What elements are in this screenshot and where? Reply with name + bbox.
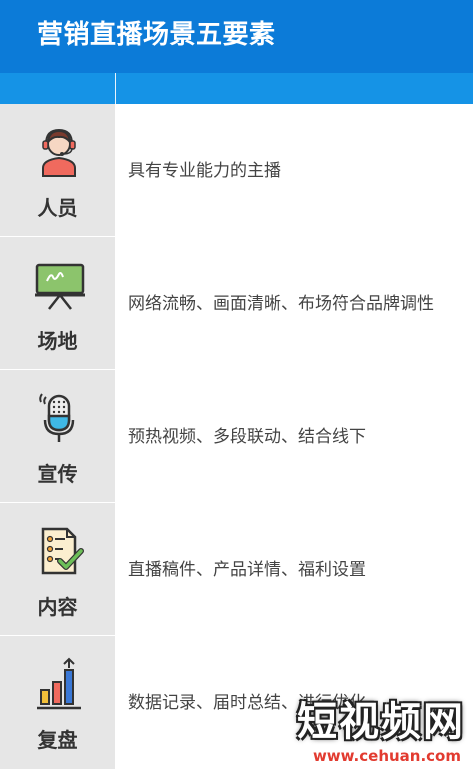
- watermark: 短视频网 www.cehuan.com: [281, 697, 471, 767]
- row-label-cell: 场地: [0, 237, 115, 369]
- row-label: 宣传: [37, 462, 78, 486]
- page-title: 营销直播场景五要素: [37, 20, 276, 50]
- row-label: 人员: [37, 196, 78, 220]
- host-headset-icon: [42, 128, 76, 177]
- checklist-icon: [41, 527, 84, 575]
- table-row: 人员 具有专业能力的主播: [0, 104, 473, 237]
- row-label-cell: 人员: [0, 104, 115, 236]
- row-label-cell: 宣传: [0, 370, 115, 502]
- bar-chart-icon: [37, 657, 81, 710]
- easel-board-icon: [35, 263, 85, 310]
- watermark-url: www.cehuan.com: [312, 747, 461, 765]
- table-row: 宣传 预热视频、多段联动、结合线下: [0, 370, 473, 503]
- watermark-logo-text: 短视频网: [297, 699, 465, 745]
- table-row: 内容 直播稿件、产品详情、福利设置: [0, 503, 473, 636]
- row-description: 直播稿件、产品详情、福利设置: [128, 560, 366, 580]
- microphone-icon: [39, 393, 75, 442]
- header-banner: 营销直播场景五要素: [0, 0, 473, 73]
- row-label: 场地: [37, 329, 78, 353]
- row-description: 具有专业能力的主播: [128, 161, 281, 181]
- row-label: 复盘: [37, 728, 78, 752]
- elements-table: 人员 具有专业能力的主播 场地 网络流畅、画面清晰、布场符合品牌调性 宣传 预热…: [0, 104, 473, 769]
- table-header-bar: [0, 73, 473, 104]
- table-row: 场地 网络流畅、画面清晰、布场符合品牌调性: [0, 237, 473, 370]
- row-label-cell: 复盘: [0, 636, 115, 769]
- row-label: 内容: [37, 595, 78, 619]
- row-label-cell: 内容: [0, 503, 115, 635]
- row-description: 预热视频、多段联动、结合线下: [128, 427, 366, 447]
- column-divider: [115, 73, 116, 104]
- row-description: 网络流畅、画面清晰、布场符合品牌调性: [128, 294, 434, 314]
